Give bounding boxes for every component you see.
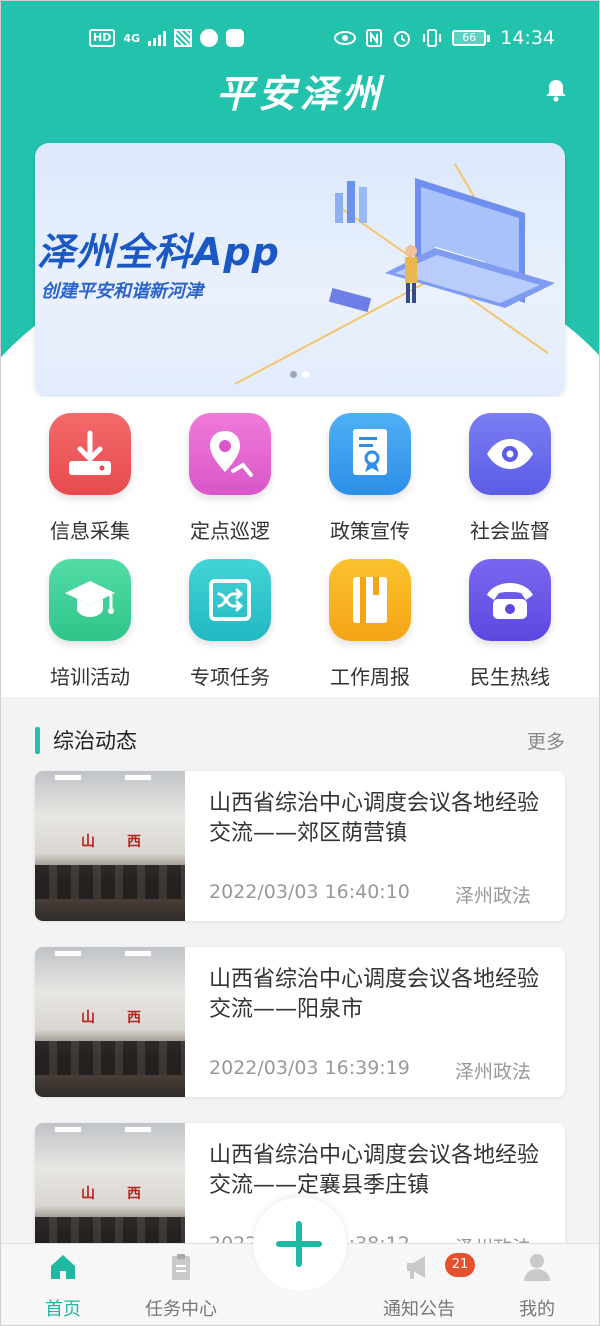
- browser-icon: [200, 29, 219, 47]
- tab-label: 任务中心: [145, 1299, 217, 1320]
- news-thumbnail: 山西: [35, 947, 185, 1097]
- location-pin-icon: [189, 413, 271, 495]
- tab-label: 通知公告: [383, 1299, 455, 1320]
- graduation-cap-icon: [49, 559, 131, 641]
- banner-pagination: [290, 371, 309, 378]
- notice-badge: 21: [445, 1253, 475, 1277]
- news-title: 山西省综治中心调度会议各地经验交流——阳泉市: [209, 967, 540, 1022]
- news-source: 泽州政法: [454, 885, 531, 907]
- grid-item-label: 政策宣传: [330, 519, 410, 543]
- banner-headline: 泽州全科App: [37, 230, 280, 274]
- music-icon: [226, 29, 245, 47]
- tab-label: 首页: [45, 1299, 81, 1320]
- shuffle-icon: [189, 559, 271, 641]
- user-icon: [524, 1254, 550, 1281]
- status-left: HD 4G: [89, 29, 245, 47]
- news-section-header: 综治动态 更多: [35, 725, 565, 755]
- clock: 14:34: [500, 27, 555, 49]
- network-type: 4G: [123, 31, 141, 45]
- app-title: 平安泽州: [215, 71, 384, 116]
- tab-home[interactable]: 首页: [13, 1252, 113, 1321]
- home-icon: [51, 1255, 75, 1279]
- section-accent-bar: [35, 727, 40, 754]
- grid-item-label: 社会监督: [470, 519, 550, 543]
- news-title: 山西省综治中心调度会议各地经验交流——定襄县季庄镇: [209, 1143, 540, 1198]
- grid-item-weekly-report[interactable]: 工作周报: [300, 559, 440, 690]
- eye-comfort-icon: [334, 31, 357, 45]
- news-title: 山西省综治中心调度会议各地经验交流——郊区荫营镇: [209, 791, 540, 846]
- phone-screen: HD 4G 66 14:34 平安泽州 泽州全科App 创建平安和谐新河津 信息…: [0, 0, 600, 1326]
- feature-grid: 信息采集 定点巡逻 政策宣传 社会监督 培训活动 专项任务 工作周报 民生热线: [1, 397, 599, 697]
- status-bar: HD 4G 66 14:34: [1, 23, 599, 59]
- banner-subline: 创建平安和谐新河津: [41, 281, 203, 302]
- certificate-icon: [329, 413, 411, 495]
- grid-item-label: 专项任务: [190, 665, 270, 689]
- telephone-icon: [469, 559, 551, 641]
- grid-item-training[interactable]: 培训活动: [20, 559, 160, 690]
- signal-icon: [148, 30, 167, 46]
- grid-item-hotline[interactable]: 民生热线: [440, 559, 580, 690]
- add-button[interactable]: [253, 1197, 347, 1291]
- clipboard-icon: [172, 1254, 190, 1280]
- tab-label: 我的: [519, 1299, 555, 1320]
- laptop-illustration: [328, 178, 555, 312]
- news-section-title: 综治动态: [53, 729, 137, 753]
- news-section: 综治动态 更多 山西 山西省综治中心调度会议各地经验交流——郊区荫营镇 2022…: [1, 707, 599, 1273]
- megaphone-icon: [407, 1256, 425, 1279]
- grid-item-patrol[interactable]: 定点巡逻: [160, 413, 300, 544]
- news-card[interactable]: 山西 山西省综治中心调度会议各地经验交流——郊区荫营镇 2022/03/03 1…: [35, 771, 565, 921]
- grid-item-label: 工作周报: [330, 665, 410, 689]
- promo-banner[interactable]: 泽州全科App 创建平安和谐新河津: [35, 143, 565, 397]
- battery-level: 66: [452, 30, 487, 46]
- grid-item-policy[interactable]: 政策宣传: [300, 413, 440, 544]
- vibrate-icon: [423, 29, 442, 47]
- news-card[interactable]: 山西 山西省综治中心调度会议各地经验交流——阳泉市 2022/03/03 16:…: [35, 947, 565, 1097]
- tab-mine[interactable]: 我的: [487, 1252, 587, 1321]
- grid-item-label: 定点巡逻: [190, 519, 270, 543]
- grid-item-special-task[interactable]: 专项任务: [160, 559, 300, 690]
- tab-task-center[interactable]: 任务中心: [131, 1252, 231, 1321]
- news-time: 2022/03/03 16:39:19: [209, 1057, 410, 1079]
- book-icon: [329, 559, 411, 641]
- bell-icon[interactable]: [543, 77, 569, 103]
- grid-item-label: 信息采集: [50, 519, 130, 543]
- nfc-icon: [366, 29, 383, 47]
- battery-icon: 66: [452, 30, 491, 46]
- more-link[interactable]: 更多: [527, 727, 565, 754]
- banner-dot[interactable]: [302, 371, 309, 378]
- banner-dot[interactable]: [290, 371, 297, 378]
- news-time: 2022/03/03 16:40:10: [209, 881, 410, 903]
- status-right: 66 14:34: [334, 27, 555, 49]
- grid-item-label: 培训活动: [50, 665, 130, 689]
- grid-item-supervision[interactable]: 社会监督: [440, 413, 580, 544]
- eye-icon: [469, 413, 551, 495]
- alarm-icon: [394, 31, 411, 47]
- news-source: 泽州政法: [454, 1061, 531, 1083]
- download-icon: [49, 413, 131, 495]
- news-thumbnail: 山西: [35, 771, 185, 921]
- qr-code-icon: [174, 29, 193, 47]
- grid-item-info-collect[interactable]: 信息采集: [20, 413, 160, 544]
- grid-item-label: 民生热线: [470, 665, 550, 689]
- hd-indicator: HD: [89, 29, 116, 47]
